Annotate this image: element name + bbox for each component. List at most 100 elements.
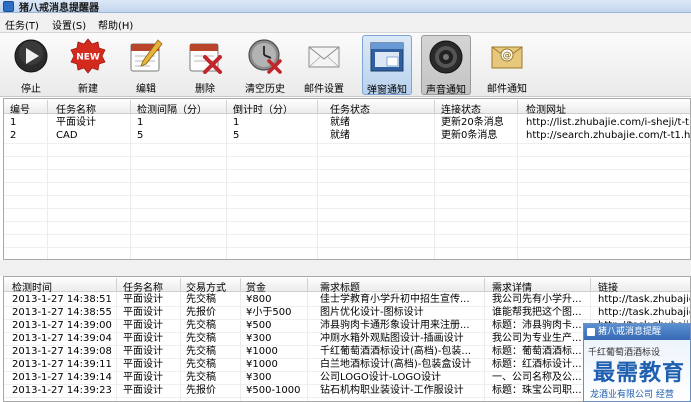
log-time: 2013-1-27 14:39:04 — [12, 333, 112, 344]
table-row[interactable]: 2 CAD 5 5 就绪 更新0条消息 http://search.zhubaj… — [4, 129, 690, 142]
speaker-icon — [429, 40, 463, 74]
log-request-title: 千红葡萄酒酒标设计(高档)-包装... — [320, 346, 471, 357]
popup-title: 猪八戒消息提醒 — [598, 327, 662, 337]
task-status: 就绪 — [330, 117, 350, 128]
log-request-title: 图片优化设计-图标设计 — [320, 307, 424, 318]
edit-label: 编辑 — [136, 84, 156, 95]
col-header-reward[interactable]: 赏金 — [246, 279, 266, 294]
log-reward: ¥300 — [246, 372, 272, 383]
svg-text:@: @ — [503, 51, 512, 61]
column-separator[interactable] — [434, 100, 435, 113]
log-request-detail: 标题：沛县驹肉卡... — [492, 320, 582, 331]
log-request-title: 沛县驹肉卡通形象设计用来注册... — [320, 320, 470, 331]
column-separator[interactable] — [484, 278, 485, 291]
log-task-name: 平面设计 — [123, 307, 163, 318]
new-icon: NEW — [70, 38, 106, 74]
column-separator[interactable] — [240, 278, 241, 291]
log-trade-mode: 先交稿 — [186, 372, 216, 383]
edit-icon — [130, 39, 163, 72]
column-separator[interactable] — [180, 278, 181, 291]
toolbar: 停止 NEW 新建 编辑 删除 清空历史 邮件设置 弹窗通知 声音通知 @ 邮件… — [0, 33, 691, 97]
column-separator[interactable] — [226, 100, 227, 113]
log-request-title: 佳士学教育小学升初中招生宣传... — [320, 294, 470, 305]
log-task-name: 平面设计 — [123, 294, 163, 305]
column-separator[interactable] — [517, 100, 518, 113]
log-trade-mode: 先报价 — [186, 385, 216, 396]
task-name: 平面设计 — [56, 117, 96, 128]
log-task-name: 平面设计 — [123, 359, 163, 370]
delete-button[interactable]: 删除 — [180, 35, 230, 95]
col-header-task-name[interactable]: 任务名称 — [56, 101, 96, 116]
stop-button[interactable]: 停止 — [6, 35, 56, 95]
log-task-name: 平面设计 — [123, 385, 163, 396]
table-row[interactable]: 2013-1-27 14:38:55 平面设计 先报价 ¥小于500 图片优化设计-图标… — [4, 306, 690, 319]
col-header-connection[interactable]: 连接状态 — [441, 101, 481, 116]
column-separator[interactable] — [590, 278, 591, 291]
mail-notify-button[interactable]: @ 邮件通知 — [482, 35, 532, 95]
mail-settings-button[interactable]: 邮件设置 — [299, 35, 349, 95]
log-request-title: 公司LOGO设计-LOGO设计 — [320, 372, 442, 383]
log-request-title: 白兰地酒标设计(高档)-包装盒设计 — [320, 359, 472, 370]
column-separator[interactable] — [130, 100, 131, 113]
pane-splitter[interactable] — [0, 260, 691, 276]
new-label: 新建 — [78, 84, 98, 95]
column-separator[interactable] — [317, 100, 318, 113]
title-bar: 猪八戒消息提醒器 — [0, 0, 691, 13]
column-separator[interactable] — [307, 278, 308, 291]
clock-icon — [248, 39, 282, 74]
clear-history-label: 清空历史 — [245, 84, 285, 95]
mail-settings-icon — [308, 46, 340, 68]
log-reward: ¥1000 — [246, 346, 278, 357]
col-header-task-status[interactable]: 任务状态 — [330, 101, 370, 116]
table-row[interactable]: 2013-1-27 14:38:51 平面设计 先交稿 ¥800 佳士学教育小学升初中招… — [4, 293, 690, 306]
task-id: 2 — [10, 130, 17, 141]
col-header-log-task-name[interactable]: 任务名称 — [123, 279, 163, 294]
new-button[interactable]: NEW 新建 — [63, 35, 113, 95]
log-trade-mode: 先交稿 — [186, 294, 216, 305]
task-interval: 5 — [137, 130, 144, 141]
log-time: 2013-1-27 14:39:23 — [12, 385, 112, 396]
log-request-detail: 标题：珠宝公司职... — [492, 385, 582, 396]
sound-notify-label: 声音通知 — [426, 85, 466, 96]
column-separator[interactable] — [47, 100, 48, 113]
task-table[interactable]: 编号 任务名称 检测间隔（分） 倒计时（分） 任务状态 连接状态 检测网址 1 … — [3, 98, 691, 260]
col-header-id[interactable]: 编号 — [10, 101, 30, 116]
popup-app-icon — [587, 328, 595, 336]
popup-icon — [370, 42, 404, 72]
col-header-url[interactable]: 检测网址 — [526, 101, 566, 116]
task-countdown: 1 — [233, 117, 240, 128]
sound-notify-button[interactable]: 声音通知 — [421, 35, 471, 96]
log-time: 2013-1-27 14:39:08 — [12, 346, 112, 357]
log-request-detail: 我公司先有小学升... — [492, 294, 582, 305]
app-icon — [3, 1, 14, 12]
log-task-name: 平面设计 — [123, 320, 163, 331]
menu-settings[interactable]: 设置(S) — [52, 17, 86, 32]
table-row[interactable]: 1 平面设计 1 1 就绪 更新20条消息 http://list.zhubaj… — [4, 116, 690, 129]
popup-notify-button[interactable]: 弹窗通知 — [362, 35, 412, 96]
popup-title-bar: 猪八戒消息提醒 — [584, 324, 690, 340]
col-header-trade-mode[interactable]: 交易方式 — [186, 279, 226, 294]
delete-icon — [189, 43, 222, 74]
task-interval: 1 — [137, 117, 144, 128]
log-trade-mode: 先交稿 — [186, 346, 216, 357]
edit-button[interactable]: 编辑 — [121, 35, 171, 95]
log-task-name: 平面设计 — [123, 333, 163, 344]
log-reward: ¥300 — [246, 333, 272, 344]
column-separator[interactable] — [116, 278, 117, 291]
task-status: 就绪 — [330, 130, 350, 141]
col-header-request-detail[interactable]: 需求详情 — [492, 279, 532, 294]
menu-help[interactable]: 帮助(H) — [98, 17, 133, 32]
menu-task[interactable]: 任务(T) — [5, 17, 39, 32]
col-header-countdown[interactable]: 倒计时（分） — [233, 101, 293, 116]
mail-at-icon: @ — [491, 46, 523, 69]
col-header-check-time[interactable]: 检测时间 — [12, 279, 52, 294]
stop-label: 停止 — [21, 84, 41, 95]
log-time: 2013-1-27 14:39:00 — [12, 320, 112, 331]
col-header-request-title[interactable]: 需求标题 — [320, 279, 360, 294]
log-request-detail: 我公司为专业生产... — [492, 333, 582, 344]
col-header-link[interactable]: 链接 — [598, 279, 618, 294]
col-header-interval[interactable]: 检测间隔（分） — [137, 101, 207, 116]
log-task-name: 平面设计 — [123, 346, 163, 357]
watermark-caption: 龙酒业有限公司 经营 — [590, 390, 674, 400]
clear-history-button[interactable]: 清空历史 — [240, 35, 290, 95]
